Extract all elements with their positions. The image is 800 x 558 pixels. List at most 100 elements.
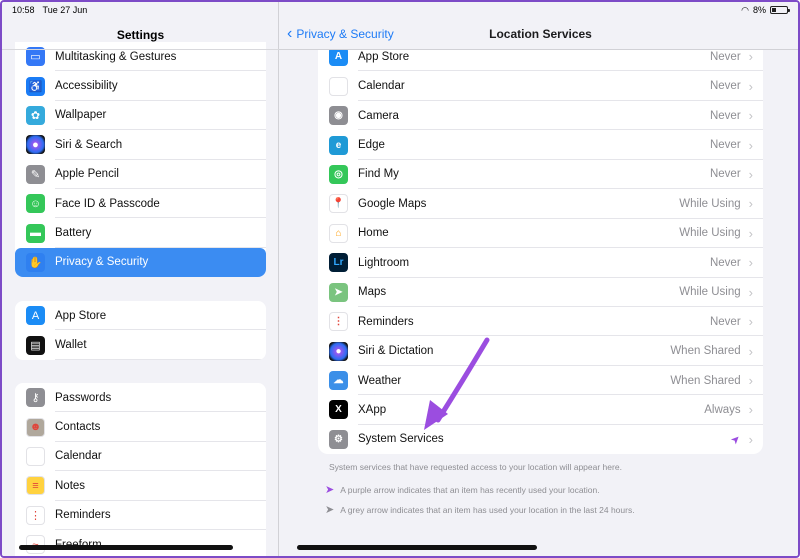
chevron-right-icon: ›: [748, 196, 753, 212]
location-app-row-reminders[interactable]: ⋮ Reminders Never ›: [318, 307, 763, 337]
location-app-row-maps[interactable]: ➤ Maps While Using ›: [318, 278, 763, 307]
sidebar-item-apple-pencil[interactable]: ✎ Apple Pencil: [15, 160, 266, 189]
lightroom-icon: Lr: [329, 253, 348, 273]
battery-icon: [770, 6, 790, 14]
sidebar-item-battery[interactable]: ▬ Battery: [15, 218, 266, 248]
sidebar-item-label: Reminders: [55, 509, 111, 522]
siri-icon: ●: [329, 341, 348, 361]
wallpaper-icon: ✿: [26, 105, 45, 125]
location-app-row-lightroom[interactable]: Lr Lightroom Never ›: [318, 248, 763, 278]
chevron-right-icon: ›: [748, 431, 753, 447]
sidebar-item-label: Battery: [55, 227, 92, 240]
location-app-row-camera[interactable]: ◉ Camera Never ›: [318, 101, 763, 131]
accessibility-icon: ♿: [26, 76, 45, 96]
status-date: Tue 27 Jun: [42, 5, 88, 15]
sidebar-item-wallet[interactable]: ▤ Wallet: [15, 330, 266, 360]
location-permission-value: While Using: [679, 227, 741, 240]
sidebar-item-multitasking-gestures[interactable]: ▭ Multitasking & Gestures: [15, 42, 266, 72]
location-app-row-google-maps[interactable]: 📍 Google Maps While Using ›: [318, 189, 763, 219]
location-app-row-edge[interactable]: e Edge Never ›: [318, 130, 763, 160]
app-name: Weather: [358, 374, 402, 387]
calendar-icon: [26, 446, 45, 466]
sidebar-item-accessibility[interactable]: ♿ Accessibility: [15, 71, 266, 101]
app-name: Camera: [358, 109, 399, 122]
status-bar: 10:58 Tue 27 Jun ◠ 8%: [2, 2, 798, 18]
sidebar-item-notes[interactable]: ≡ Notes: [15, 471, 266, 501]
gear-icon: ⚙: [329, 429, 348, 449]
hand-icon: ✋: [26, 252, 45, 272]
location-services-pane: ‹ Privacy & Security Location Services A…: [279, 2, 798, 556]
sidebar-item-label: Passwords: [55, 391, 112, 404]
system-services-note-text: System services that have requested acce…: [329, 462, 622, 472]
app-name: Reminders: [358, 315, 414, 328]
pencil-icon: ✎: [26, 164, 45, 184]
location-app-row-weather[interactable]: ☁ Weather When Shared ›: [318, 366, 763, 396]
app-name: XApp: [358, 403, 387, 416]
reminders-icon: ⋮: [329, 312, 348, 332]
chevron-right-icon: ›: [748, 402, 753, 418]
location-permission-value: While Using: [679, 197, 741, 210]
chevron-right-icon: ›: [748, 166, 753, 182]
location-app-row-home[interactable]: ⌂ Home While Using ›: [318, 219, 763, 249]
sidebar-item-calendar[interactable]: Calendar: [15, 442, 266, 472]
sidebar-item-label: Apple Pencil: [55, 168, 119, 181]
sidebar-item-label: Wallet: [55, 339, 87, 352]
back-button-label: Privacy & Security: [296, 26, 394, 41]
camera-icon: ◉: [329, 106, 348, 126]
sidebar-item-freeform[interactable]: ~Freeform: [15, 530, 266, 556]
location-app-row-find-my[interactable]: ◎ Find My Never ›: [318, 160, 763, 190]
location-app-row-calendar[interactable]: Calendar Never ›: [318, 71, 763, 101]
location-permission-value: While Using: [679, 286, 741, 299]
siri-icon: ●: [26, 135, 45, 155]
location-permission-value: When Shared: [670, 345, 741, 358]
battery-percent: 8%: [752, 5, 766, 15]
sidebar-item-wallpaper[interactable]: ✿ Wallpaper: [15, 101, 266, 131]
location-app-row-xapp[interactable]: X XApp Always ›: [318, 395, 763, 425]
findmy-icon: ◎: [329, 164, 348, 184]
sidebar-item-label: Calendar: [55, 450, 102, 463]
maps-icon: ➤: [329, 282, 348, 302]
status-time: 10:58: [12, 5, 35, 15]
sidebar-item-app-store[interactable]: A App Store: [15, 301, 266, 331]
multitasking-icon: ▭: [26, 47, 45, 67]
contacts-icon: ☻: [26, 417, 45, 437]
wallet-icon: ▤: [26, 335, 45, 355]
notes-icon: ≡: [26, 476, 45, 496]
purple-arrow-note: ➤ A purple arrow indicates that an item …: [325, 483, 600, 496]
location-app-row-system-services[interactable]: ⚙ System Services ➤ ›: [318, 425, 763, 454]
chevron-right-icon: ›: [748, 137, 753, 153]
chevron-left-icon: ‹: [287, 24, 293, 42]
chevron-right-icon: ›: [748, 49, 753, 65]
location-permission-value: When Shared: [670, 374, 741, 387]
chevron-right-icon: ›: [748, 108, 753, 124]
google-maps-icon: 📍: [329, 194, 348, 214]
location-permission-value: Never: [709, 315, 741, 328]
sidebar-title: Settings: [116, 28, 165, 42]
app-name: Edge: [358, 139, 385, 152]
sidebar-group-apps: ⚷ Passwords ☻ Contacts Calendar ≡ Notes ⋮ Remind…: [15, 383, 266, 556]
sidebar-item-face-id-passcode[interactable]: ☺ Face ID & Passcode: [15, 189, 266, 219]
screen-frame: 10:58 Tue 27 Jun ◠ 8% Settings ▭ Multitas…: [0, 0, 800, 558]
sidebar-item-reminders[interactable]: ⋮ Reminders: [15, 501, 266, 530]
app-name: App Store: [358, 50, 410, 63]
location-apps-list: A App Store Never › Calendar Never › ◉ Camera Nev…: [318, 42, 763, 454]
sidebar-item-contacts[interactable]: ☻ Contacts: [15, 412, 266, 442]
location-app-row-siri-dictation[interactable]: ● Siri & Dictation When Shared ›: [318, 336, 763, 366]
chevron-right-icon: ›: [748, 255, 753, 271]
sidebar-item-siri-search[interactable]: ● Siri & Search: [15, 130, 266, 160]
app-name: Maps: [358, 286, 387, 299]
back-button[interactable]: ‹ Privacy & Security: [287, 24, 394, 42]
calendar-icon: [329, 76, 348, 96]
chevron-right-icon: ›: [748, 343, 753, 359]
location-arrow-purple-icon: ➤: [325, 484, 335, 496]
chevron-right-icon: ›: [748, 314, 753, 330]
grey-arrow-note-text: A grey arrow indicates that an item has …: [340, 504, 635, 515]
appstore-icon: A: [329, 47, 348, 67]
sidebar-item-privacy-security[interactable]: ✋ Privacy & Security: [15, 247, 266, 277]
sidebar-item-passwords[interactable]: ⚷ Passwords: [15, 383, 266, 413]
chevron-right-icon: ›: [748, 373, 753, 389]
sidebar-item-label: Siri & Search: [55, 138, 123, 151]
location-arrow-grey-icon: ➤: [325, 504, 335, 516]
sidebar-group-general: ▭ Multitasking & Gestures ♿ Accessibility ✿ W…: [15, 42, 266, 277]
app-name: Home: [358, 227, 389, 240]
